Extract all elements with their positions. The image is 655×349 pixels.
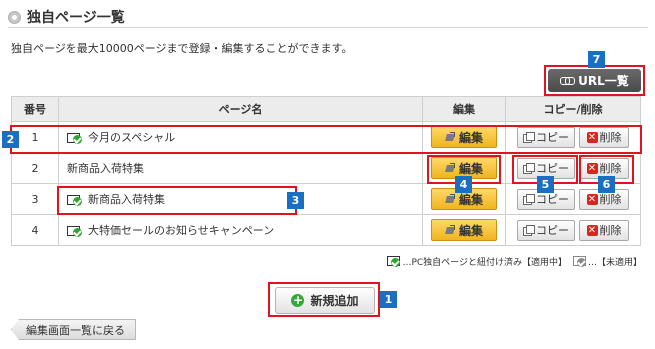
title-divider (8, 27, 648, 28)
row-number: 4 (11, 214, 59, 246)
row-name-cell: 大特価セールのお知らせキャンペーン (58, 214, 423, 246)
row-page-name[interactable]: 大特価セールのお知らせキャンペーン (88, 224, 274, 237)
table-header-row: 番号 ページ名 編集 コピー/削除 (11, 96, 641, 122)
annotation-badge-7: 7 (588, 51, 605, 68)
delete-x-icon: ✕ (586, 193, 598, 205)
pc-linked-icon (67, 194, 82, 206)
annotation-badge-3: 3 (287, 192, 304, 209)
col-page-name: ページ名 (58, 96, 423, 122)
pc-linked-icon (67, 225, 82, 237)
row-number: 2 (11, 152, 59, 184)
add-new-button[interactable]: + 新規追加 (275, 287, 375, 314)
delete-x-icon: ✕ (586, 162, 598, 174)
legend-linked-text: …PC独自ページと紐付け済み【適用中】 (402, 258, 567, 268)
pc-unlinked-icon (572, 256, 586, 267)
delete-button[interactable]: ✕ 削除 (579, 219, 629, 241)
annotation-badge-1: 1 (380, 291, 397, 308)
copy-icon (523, 163, 535, 174)
col-edit: 編集 (422, 96, 506, 122)
back-label: 編集画面一覧に戻る (26, 323, 125, 337)
row-name-cell: 新商品入荷特集 (58, 183, 423, 215)
pc-linked-icon (387, 256, 401, 267)
delete-button[interactable]: ✕ 削除 (579, 126, 629, 148)
annotation-badge-6: 6 (598, 176, 615, 193)
paint-bucket-icon (445, 193, 456, 205)
table-row: 1 今月のスペシャル 編集 コピー ✕ 削除 (11, 121, 641, 153)
col-copy-delete: コピー/削除 (505, 96, 641, 122)
add-new-label: 新規追加 (310, 294, 359, 308)
page-title: 独自ページ一覧 (27, 10, 125, 26)
paint-bucket-icon (445, 131, 456, 143)
title-bullet-icon (8, 10, 21, 24)
delete-x-icon: ✕ (586, 224, 598, 236)
annotation-badge-5: 5 (537, 176, 554, 193)
plus-icon: + (291, 293, 305, 307)
copy-button[interactable]: コピー (517, 126, 575, 148)
link-icon (560, 76, 576, 85)
paint-bucket-icon (445, 224, 456, 236)
table-row: 4 大特価セールのお知らせキャンペーン 編集 コピー ✕ 削除 (11, 214, 641, 246)
row-number: 3 (11, 183, 59, 215)
row-name-cell: 今月のスペシャル (58, 121, 423, 153)
row-page-name[interactable]: 今月のスペシャル (88, 131, 175, 144)
legend-unlinked-text: …【未適用】 (587, 258, 642, 268)
col-number: 番号 (11, 96, 59, 122)
url-list-button[interactable]: URL一覧 (548, 69, 641, 92)
edit-button[interactable]: 編集 (431, 219, 497, 241)
row-page-name[interactable]: 新商品入荷特集 (88, 193, 165, 206)
page-table: 番号 ページ名 編集 コピー/削除 1 今月のスペシャル 編集 コピー ✕ 削除 2… (11, 96, 641, 246)
page-description: 独自ページを最大10000ページまで登録・編集することができます。 (11, 42, 353, 55)
back-to-edit-list-button[interactable]: 編集画面一覧に戻る (11, 319, 136, 340)
copy-icon (523, 225, 535, 236)
status-legend: …PC独自ページと紐付け済み【適用中】 …【未適用】 (387, 255, 642, 268)
page-header: 独自ページ一覧 (8, 7, 125, 27)
annotation-badge-4: 4 (455, 176, 472, 193)
row-page-name[interactable]: 新商品入荷特集 (67, 162, 144, 175)
url-list-label: URL一覧 (578, 74, 629, 88)
annotation-badge-2: 2 (2, 131, 19, 148)
delete-x-icon: ✕ (586, 131, 598, 143)
row-name-cell: 新商品入荷特集 (58, 152, 423, 184)
edit-button[interactable]: 編集 (431, 126, 497, 148)
pc-linked-icon (67, 132, 82, 144)
copy-icon (523, 132, 535, 143)
copy-button[interactable]: コピー (517, 219, 575, 241)
paint-bucket-icon (445, 162, 456, 174)
copy-icon (523, 194, 535, 205)
